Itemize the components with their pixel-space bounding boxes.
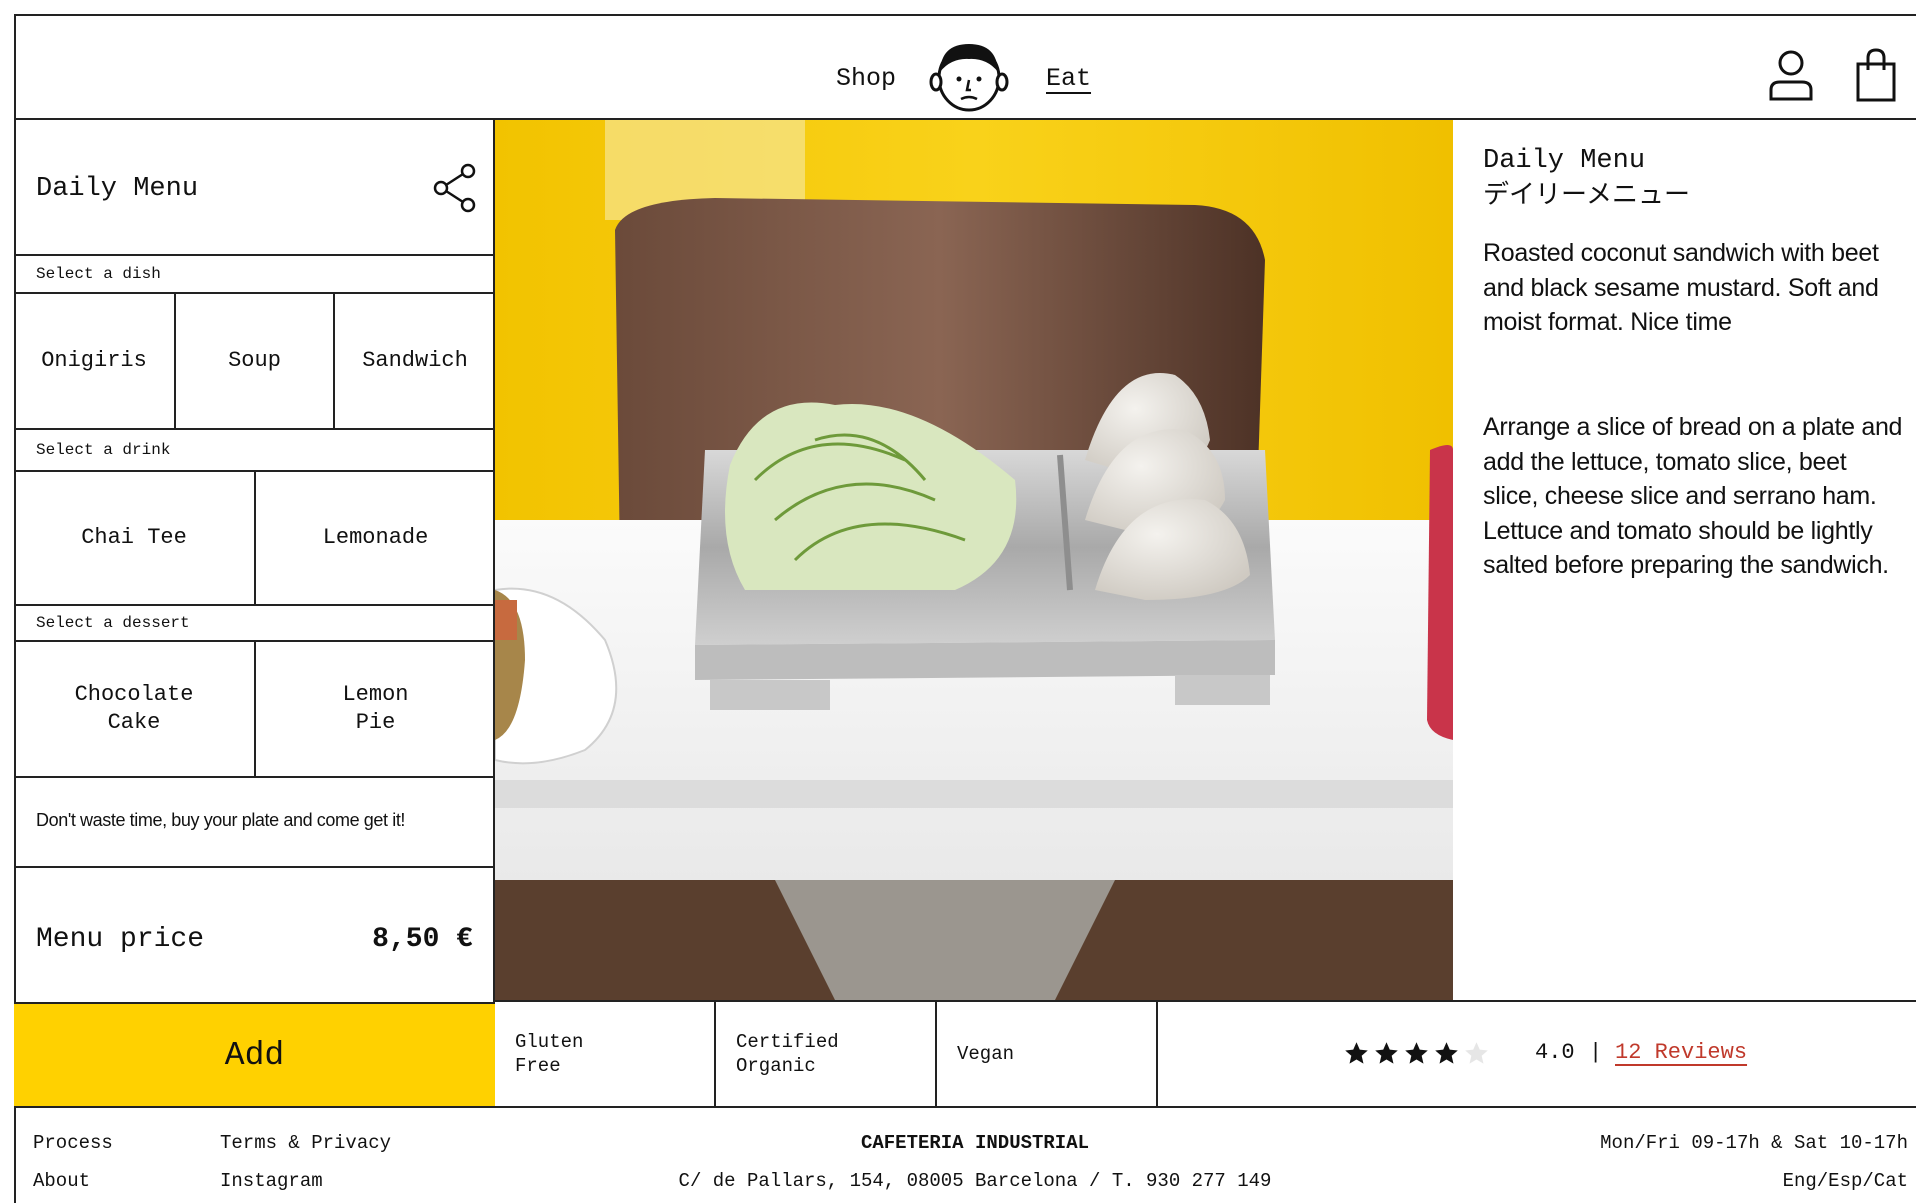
tag-gluten-free: Gluten Free: [495, 1002, 716, 1106]
description-paragraph-2: Arrange a slice of bread on a plate and …: [1483, 413, 1903, 579]
description-paragraph-1: Roasted coconut sandwich with beet and b…: [1483, 239, 1879, 336]
top-header: Shop Eat: [14, 14, 1916, 120]
star-filled-icon: [1405, 1042, 1428, 1064]
rating-value: 4.0: [1535, 1040, 1575, 1065]
star-filled-icon: [1375, 1042, 1398, 1064]
language-switcher[interactable]: Eng/Esp/Cat: [1783, 1170, 1908, 1192]
tag-certified-organic: Certified Organic: [716, 1002, 937, 1106]
price-row: Menu price 8,50 €: [14, 868, 495, 1004]
menu-panel: Daily Menu Select a dish Onigiris Soup S…: [14, 120, 495, 1106]
shopping-bag-icon[interactable]: [1852, 44, 1900, 104]
select-drink-label: Select a drink: [14, 430, 495, 472]
face-mascot-icon[interactable]: [927, 32, 1011, 116]
star-filled-icon: [1435, 1042, 1458, 1064]
menu-title-row: Daily Menu: [14, 120, 495, 256]
nav-shop-link[interactable]: Shop: [836, 64, 896, 93]
select-dish-label: Select a dish: [14, 256, 495, 294]
dessert-option-lemon-pie[interactable]: Lemon Pie: [254, 642, 495, 776]
add-button[interactable]: Add: [14, 1004, 495, 1106]
rating-separator: |: [1589, 1040, 1603, 1065]
nav-eat-link[interactable]: Eat: [1046, 64, 1091, 93]
menu-price-value: 8,50 €: [372, 924, 473, 955]
select-dessert-label: Select a dessert: [14, 606, 495, 642]
menu-title: Daily Menu: [36, 174, 199, 204]
menu-price-label: Menu price: [36, 924, 205, 955]
reviews-link[interactable]: 12 Reviews: [1615, 1040, 1747, 1065]
footer: Process About Terms & Privacy Instagram …: [14, 1106, 1916, 1203]
description-title-japanese: デイリーメニュー: [1483, 180, 1690, 210]
star-empty-icon: [1465, 1042, 1488, 1064]
tags-rating-strip: Gluten Free Certified Organic Vegan 4.0 …: [495, 1000, 1916, 1106]
dish-photo: [495, 120, 1453, 1000]
drink-options: Chai Tee Lemonade: [14, 472, 495, 606]
star-filled-icon: [1345, 1042, 1368, 1064]
dessert-options: Chocolate Cake Lemon Pie: [14, 642, 495, 778]
footer-hours: Mon/Fri 09-17h & Sat 10-17h: [1600, 1132, 1908, 1154]
description-title: Daily Menu: [1483, 146, 1646, 176]
share-icon[interactable]: [432, 162, 478, 214]
drink-option-chai-tee[interactable]: Chai Tee: [14, 472, 254, 604]
dish-options: Onigiris Soup Sandwich: [14, 294, 495, 430]
description-panel: Daily Menu デイリーメニュー Roasted coconut sand…: [1453, 120, 1916, 1000]
drink-option-lemonade[interactable]: Lemonade: [254, 472, 495, 604]
user-icon[interactable]: [1766, 44, 1816, 104]
dessert-option-chocolate-cake[interactable]: Chocolate Cake: [14, 642, 254, 776]
footer-address: C/ de Pallars, 154, 08005 Barcelona / T.…: [678, 1170, 1272, 1192]
tag-vegan: Vegan: [937, 1002, 1158, 1106]
promo-row: Don't waste time, buy your plate and com…: [14, 778, 495, 868]
dish-option-soup[interactable]: Soup: [174, 294, 333, 428]
dish-option-sandwich[interactable]: Sandwich: [333, 294, 495, 428]
promo-text: Don't waste time, buy your plate and com…: [36, 810, 406, 830]
rating-stars: [1343, 1040, 1490, 1068]
dish-option-onigiris[interactable]: Onigiris: [14, 294, 174, 428]
